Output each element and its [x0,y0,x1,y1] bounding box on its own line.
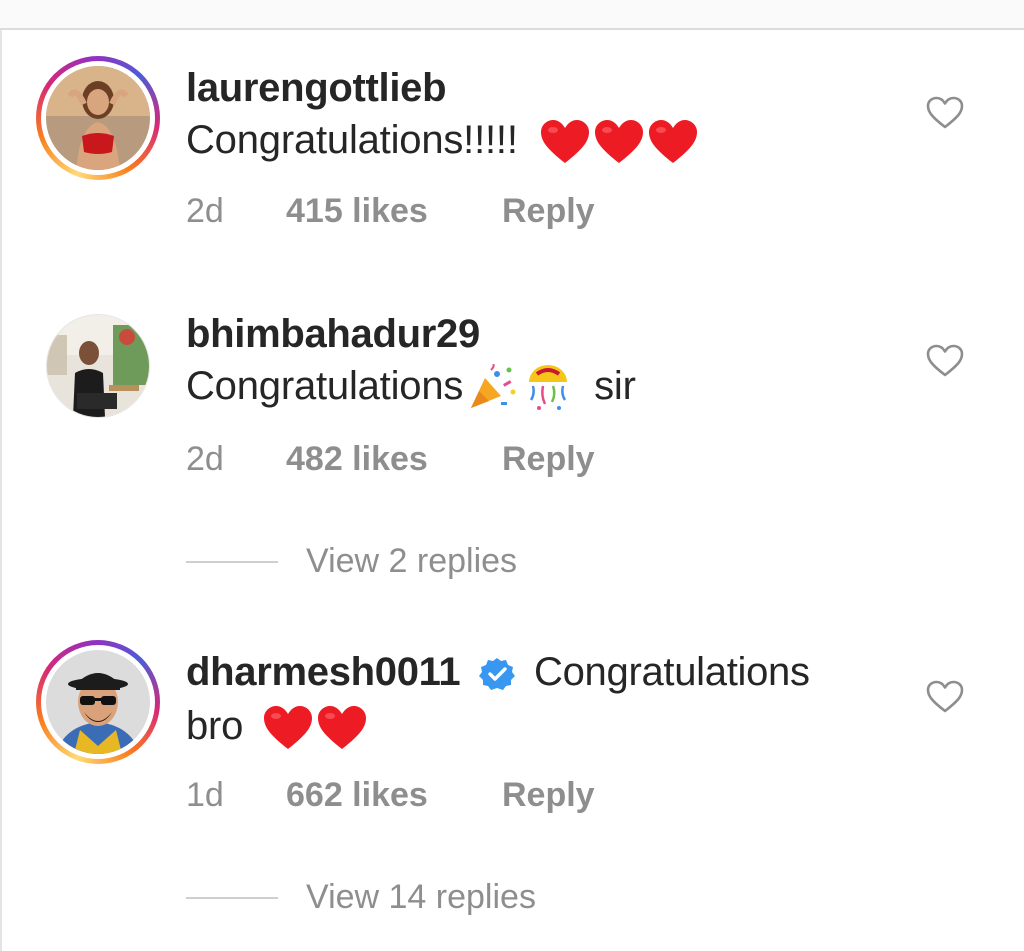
avatar[interactable] [36,56,160,180]
comment-text-suffix: sir [594,364,636,408]
comment-text-body: Congratulations [534,650,810,694]
reply-button[interactable]: Reply [502,192,595,231]
comment-username: dharmesh0011 Congratulations [186,650,810,695]
comment-meta: 2d 482 likes Reply [186,440,595,479]
red-heart-icon [647,119,699,165]
view-replies-link[interactable]: View 14 replies [306,878,536,917]
comment-text-body: bro [186,704,244,748]
comment-time: 1d [186,776,224,814]
like-heart-icon[interactable] [926,96,964,130]
comment-time: 2d [186,192,224,230]
comment-text: Congratulations sir [186,364,636,412]
replies-divider [186,560,278,563]
view-replies-row[interactable]: View 14 replies [186,878,536,917]
reply-button[interactable]: Reply [502,440,595,479]
red-heart-icon [539,119,591,165]
comment-username[interactable]: bhimbahadur29 [186,312,480,357]
comment-meta: 1d 662 likes Reply [186,776,595,815]
party-popper-icon [467,364,517,412]
comment-text: Congratulations!!!!! [186,118,699,165]
replies-divider [186,896,278,899]
like-heart-icon[interactable] [926,680,964,714]
comment-username-text[interactable]: dharmesh0011 [186,650,461,694]
comment-username[interactable]: laurengottlieb [186,66,447,111]
confetti-ball-icon [523,364,573,412]
left-edge [0,30,2,951]
comment-likes[interactable]: 662 likes [286,776,502,815]
red-heart-icon [593,119,645,165]
comment-time: 2d [186,440,224,478]
comment-text-body: Congratulations [186,364,464,408]
avatar-photo [47,315,149,417]
red-heart-icon [262,705,314,751]
red-heart-icon [316,705,368,751]
avatar-photo [46,650,150,754]
comment-text: bro [186,704,368,751]
avatar[interactable] [36,640,160,764]
comment-text-body: Congratulations!!!!! [186,118,518,162]
view-replies-link[interactable]: View 2 replies [306,542,517,581]
comment-likes[interactable]: 482 likes [286,440,502,479]
comment-likes[interactable]: 415 likes [286,192,502,231]
reply-button[interactable]: Reply [502,776,595,815]
comment-meta: 2d 415 likes Reply [186,192,595,231]
view-replies-row[interactable]: View 2 replies [186,542,517,581]
avatar-photo [46,66,150,170]
verified-badge-icon [479,656,516,692]
top-strip [0,0,1024,30]
avatar[interactable] [46,314,150,418]
like-heart-icon[interactable] [926,344,964,378]
